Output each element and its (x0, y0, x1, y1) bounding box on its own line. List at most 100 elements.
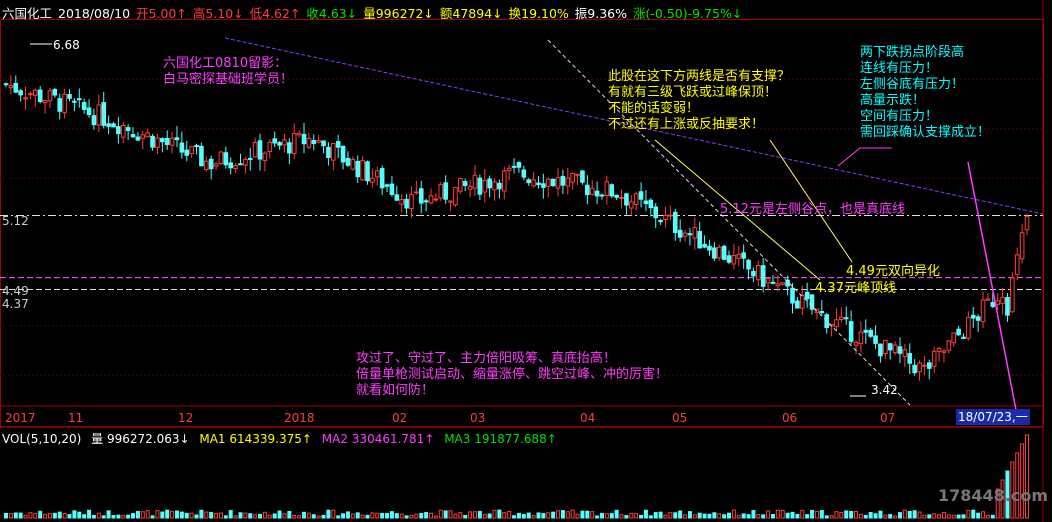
volume-bar (463, 514, 468, 519)
volume-bar (194, 514, 199, 519)
volume-bar (204, 511, 209, 519)
volume-bar (101, 515, 106, 519)
x-label-2017: 2017 (5, 411, 36, 425)
volume-bar (160, 511, 165, 519)
line-449-label: 4.49元双向异化 (846, 264, 940, 279)
volume-bar (658, 511, 663, 519)
candle-body (663, 214, 668, 221)
candle (712, 242, 717, 262)
candle (834, 308, 839, 331)
candle-body (482, 179, 488, 193)
candle (946, 340, 952, 354)
candle-body (164, 137, 170, 145)
leave-shadow-note: 六国化工0810留影： 白马密探基础班学员！ (163, 56, 294, 87)
volume-bar (595, 515, 600, 519)
volume-bar (33, 512, 38, 519)
candle-body (306, 137, 312, 148)
amplitude-value: 振9.36% (574, 6, 628, 21)
candle (839, 307, 844, 323)
candle-body (687, 233, 693, 236)
close-price: 收4.63↓ (306, 6, 358, 21)
candle-body (428, 195, 434, 204)
volume-bar (683, 514, 688, 519)
candle-body (834, 319, 839, 328)
candle-body (67, 94, 72, 99)
volume-bar (614, 509, 619, 519)
candle-body (247, 157, 253, 160)
candle (687, 228, 693, 246)
turnover-value: 换19.10% (508, 6, 569, 21)
candle-body (560, 175, 566, 186)
volume-bar (673, 512, 678, 519)
candle (433, 192, 439, 202)
candle-body (853, 341, 859, 346)
candle (203, 156, 209, 172)
candle (526, 177, 532, 186)
volume-bar (497, 509, 502, 519)
volume-bar (927, 514, 932, 519)
candle-body (448, 200, 453, 203)
candle (18, 88, 23, 102)
pressure-pointer (837, 147, 892, 167)
volume-bar (165, 509, 170, 519)
candle (37, 86, 43, 104)
candle-body (941, 350, 947, 353)
candle (272, 131, 277, 147)
candle-body (721, 245, 727, 260)
candle (135, 132, 141, 141)
candle-body (399, 198, 404, 205)
candle (169, 132, 175, 154)
candle-body (145, 132, 150, 138)
volume-bar (624, 515, 629, 519)
volume-bar (795, 513, 800, 519)
volume-bar (375, 512, 380, 519)
volume-bar (790, 511, 795, 519)
volume-bar (321, 514, 326, 519)
low-price: 低4.62↑ (249, 6, 301, 21)
volume-bar (893, 515, 898, 519)
candle-body (858, 331, 864, 345)
candle-body (262, 152, 268, 161)
candle (418, 180, 424, 214)
volume-bar (135, 510, 140, 519)
candle (506, 164, 512, 181)
volume-bar (424, 512, 429, 519)
volume-bar (228, 510, 233, 519)
candle-body (594, 190, 600, 197)
candle (438, 181, 444, 201)
candle (384, 183, 390, 193)
candle (389, 175, 395, 197)
candle-body (565, 177, 571, 187)
candle (257, 133, 263, 171)
candle (164, 130, 170, 150)
candle-body (345, 157, 351, 166)
candle (247, 147, 253, 171)
candle (961, 333, 966, 340)
volume-bar (111, 515, 116, 519)
candle-body (238, 163, 243, 166)
candle (404, 194, 409, 215)
candle-body (72, 100, 77, 103)
candle (531, 171, 536, 188)
volume-bar (541, 513, 546, 519)
candle (72, 98, 77, 112)
candle-body (619, 197, 624, 200)
candle-body (389, 183, 395, 195)
candle-body (511, 165, 517, 168)
candle (62, 88, 67, 119)
candle-body (42, 100, 48, 104)
candle-body (414, 191, 419, 194)
candle-body (462, 180, 468, 186)
candle (184, 140, 190, 162)
candle (941, 348, 947, 363)
volume-bar (131, 513, 136, 519)
candle (125, 124, 131, 140)
candle (96, 94, 102, 132)
candle (560, 169, 566, 195)
candle (399, 194, 404, 213)
candle-body (443, 182, 448, 200)
volume-bar (272, 513, 277, 519)
amount-value: 额47894↓ (439, 6, 503, 21)
volume-bar (150, 515, 155, 519)
candle (741, 244, 746, 269)
